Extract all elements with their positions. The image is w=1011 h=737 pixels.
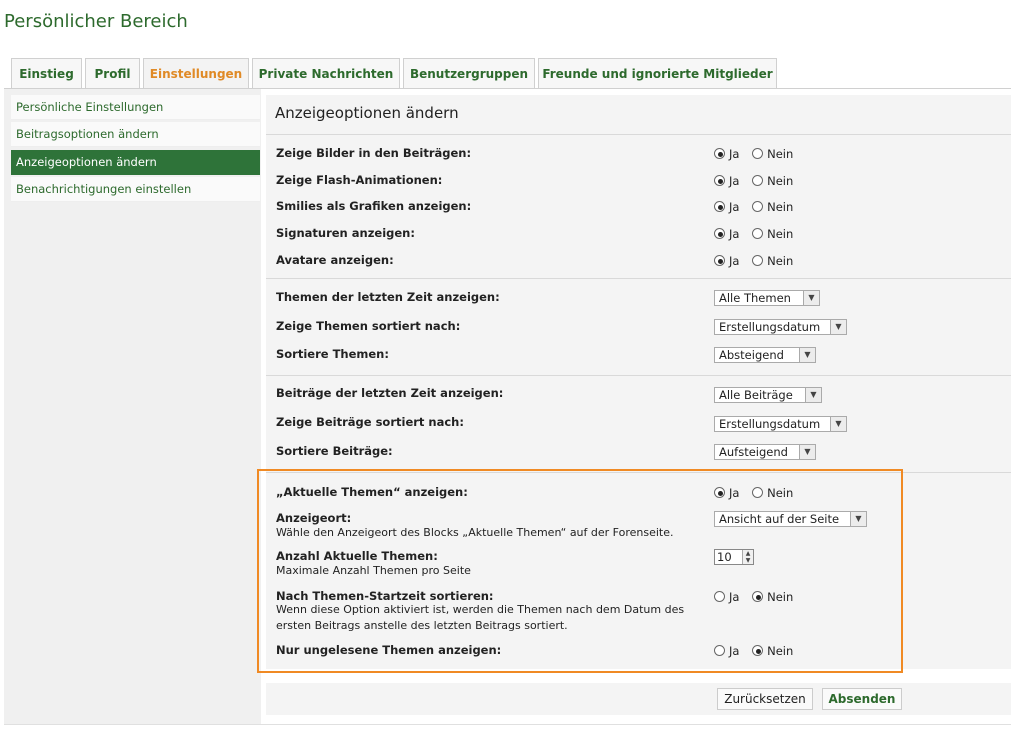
radio-yes[interactable] [714, 255, 725, 266]
label-avatare: Avatare anzeigen: [276, 253, 394, 267]
page-title: Persönlicher Bereich [4, 11, 188, 32]
divider [4, 724, 1011, 725]
radio-group-signaturen: Ja Nein [714, 226, 802, 242]
chevron-down-icon: ▼ [805, 388, 821, 402]
divider [266, 375, 1011, 376]
radio-yes[interactable] [714, 175, 725, 186]
select-sortiere-themen[interactable]: Absteigend ▼ [714, 347, 816, 363]
radio-no[interactable] [752, 255, 764, 266]
select-beitraege-zeit[interactable]: Alle Beiträge ▼ [714, 387, 822, 403]
tab-freunde[interactable]: Freunde und ignorierte Mitglieder [538, 58, 777, 88]
highlight-box [257, 469, 903, 673]
chevron-down-icon: ▼ [803, 291, 819, 305]
radio-no[interactable] [752, 228, 764, 239]
radio-yes[interactable] [714, 148, 725, 159]
label-signaturen: Signaturen anzeigen: [276, 226, 415, 240]
radio-group-flash: Ja Nein [714, 173, 802, 189]
tab-benutzergruppen[interactable]: Benutzergruppen [403, 58, 535, 88]
panel-title: Anzeigeoptionen ändern [275, 104, 459, 122]
tab-profil[interactable]: Profil [85, 58, 140, 88]
tab-einstieg[interactable]: Einstieg [11, 58, 82, 88]
sidebar-item-anzeigeoptionen[interactable]: Anzeigeoptionen ändern [11, 150, 260, 175]
select-sortiere-beitraege[interactable]: Aufsteigend ▼ [714, 444, 816, 460]
chevron-down-icon: ▼ [799, 348, 815, 362]
radio-yes[interactable] [714, 228, 725, 239]
submit-button[interactable]: Absenden [822, 688, 902, 710]
label-beitraege-zeit: Beiträge der letzten Zeit anzeigen: [276, 386, 504, 400]
select-themen-sortiert[interactable]: Erstellungsdatum ▼ [714, 319, 847, 335]
label-themen-zeit: Themen der letzten Zeit anzeigen: [276, 290, 500, 304]
chevron-down-icon: ▼ [830, 417, 846, 431]
select-themen-zeit[interactable]: Alle Themen ▼ [714, 290, 820, 306]
label-flash: Zeige Flash-Animationen: [276, 173, 443, 187]
radio-group-smilies: Ja Nein [714, 199, 802, 215]
label-sortiere-themen: Sortiere Themen: [276, 347, 389, 361]
radio-yes[interactable] [714, 201, 725, 212]
sidebar-item-benachrichtigungen[interactable]: Benachrichtigungen einstellen [11, 177, 260, 202]
chevron-down-icon: ▼ [830, 320, 846, 334]
label-bilder: Zeige Bilder in den Beiträgen: [276, 146, 472, 160]
radio-no[interactable] [752, 201, 764, 212]
label-beitraege-sortiert: Zeige Beiträge sortiert nach: [276, 415, 464, 429]
chevron-down-icon: ▼ [799, 445, 815, 459]
divider [266, 134, 1011, 135]
divider [266, 278, 1011, 279]
sidebar-item-beitragsoptionen[interactable]: Beitragsoptionen ändern [11, 122, 260, 147]
sidebar-item-persoenliche-einstellungen[interactable]: Persönliche Einstellungen [11, 95, 260, 120]
label-smilies: Smilies als Grafiken anzeigen: [276, 199, 472, 213]
reset-button[interactable]: Zurücksetzen [717, 688, 813, 710]
label-sortiere-beitraege: Sortiere Beiträge: [276, 444, 393, 458]
radio-no[interactable] [752, 148, 764, 159]
radio-no[interactable] [752, 175, 764, 186]
tab-einstellungen[interactable]: Einstellungen [143, 58, 249, 89]
label-themen-sortiert: Zeige Themen sortiert nach: [276, 319, 461, 333]
radio-group-avatare: Ja Nein [714, 253, 802, 269]
radio-group-bilder: Ja Nein [714, 146, 802, 162]
select-beitraege-sortiert[interactable]: Erstellungsdatum ▼ [714, 416, 847, 432]
tab-private-nachrichten[interactable]: Private Nachrichten [252, 58, 400, 88]
